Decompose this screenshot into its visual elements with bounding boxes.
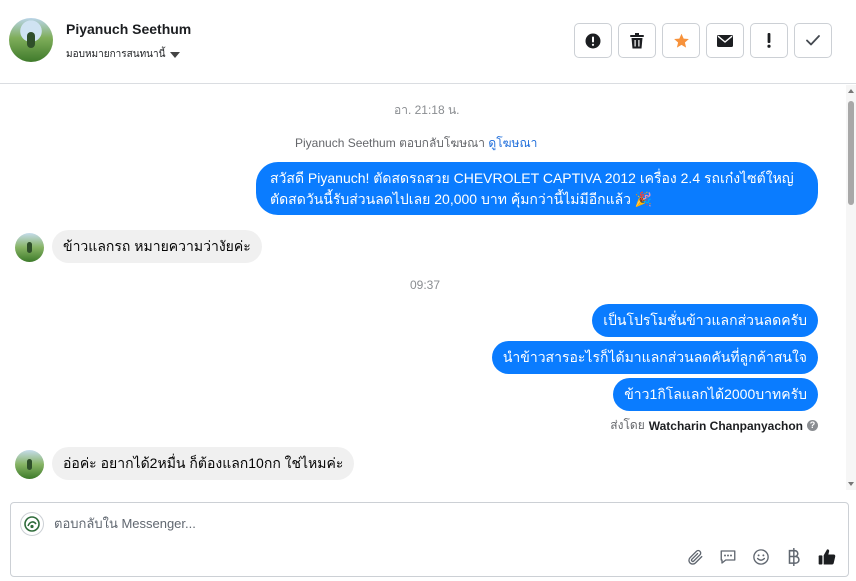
timestamp: อา. 21:18 น. (394, 103, 460, 117)
assign-label: มอบหมายการสนทนานี้ (66, 49, 166, 60)
scroll-down-arrow-icon[interactable] (848, 482, 854, 486)
incoming-message[interactable]: ข้าวแลกรถ หมายความว่างัยค่ะ (52, 230, 262, 263)
payment-button[interactable] (784, 547, 804, 567)
sent-by-label: ส่งโดย (610, 418, 645, 432)
message-thread[interactable]: อา. 21:18 น. Piyanuch Seethum ตอบกลับโฆษ… (0, 85, 846, 490)
mark-done-button[interactable] (794, 23, 832, 58)
composer-tools (685, 547, 837, 567)
ad-reply-note: Piyanuch Seethum ตอบกลับโฆษณา ดูโฆษณา (295, 134, 537, 153)
contact-avatar[interactable] (9, 18, 53, 62)
timestamp: 09:37 (410, 278, 441, 292)
mark-spam-button[interactable] (574, 23, 612, 58)
emoji-button[interactable] (751, 547, 771, 567)
saved-reply-icon (720, 550, 736, 564)
ad-reply-text: Piyanuch Seethum ตอบกลับโฆษณา (295, 136, 486, 150)
send-like-button[interactable] (817, 547, 837, 567)
attach-button[interactable] (685, 547, 705, 567)
outgoing-message[interactable]: ข้าว1กิโลแลกได้2000บาทครับ (613, 378, 818, 411)
star-button[interactable] (662, 23, 700, 58)
exclamation-icon (767, 33, 771, 48)
reply-input[interactable] (54, 516, 654, 531)
caret-down-icon (170, 51, 181, 58)
outgoing-message[interactable]: สวัสดี Piyanuch! ตัดสดรถสวย CHEVROLET CA… (256, 162, 818, 215)
sent-by-info: ส่งโดย Watcharin Chanpanyachon ? (610, 416, 818, 435)
contact-name[interactable]: Piyanuch Seethum (66, 21, 191, 37)
alert-circle-icon (585, 33, 601, 48)
outgoing-message[interactable]: เป็นโปรโมชั่นข้าวแลกส่วนลดครับ (592, 304, 818, 337)
envelope-icon (717, 34, 733, 47)
paperclip-icon (688, 549, 703, 565)
contact-avatar-small (15, 450, 44, 479)
thread-scrollbar[interactable] (846, 85, 856, 490)
header-actions (574, 23, 832, 58)
conversation-header: Piyanuch Seethum มอบหมายการสนทนานี้ (0, 0, 856, 84)
page-avatar (20, 512, 44, 536)
baht-icon (788, 548, 800, 566)
mark-unread-button[interactable] (706, 23, 744, 58)
emoji-icon (753, 549, 769, 565)
delete-button[interactable] (618, 23, 656, 58)
star-icon (673, 33, 689, 48)
sender-name: Watcharin Chanpanyachon (648, 418, 803, 433)
incoming-message[interactable]: อ่อค่ะ อยากได้2หมื่น ก็ต้องแลก10กก ใช่ไห… (52, 447, 355, 480)
message-composer (10, 502, 849, 577)
saved-replies-button[interactable] (718, 547, 738, 567)
trash-icon (630, 32, 644, 48)
like-icon (818, 549, 836, 565)
scroll-up-arrow-icon[interactable] (848, 89, 854, 93)
follow-up-button[interactable] (750, 23, 788, 58)
check-icon (806, 35, 820, 46)
outgoing-message[interactable]: นำข้าวสารอะไรก็ได้มาแลกส่วนลดคันที่ลูกค้… (491, 341, 818, 374)
view-ad-link[interactable]: ดูโฆษณา (488, 136, 537, 150)
contact-avatar-small (15, 233, 44, 262)
assign-conversation-dropdown[interactable]: มอบหมายการสนทนานี้ (66, 47, 181, 62)
help-icon[interactable]: ? (807, 420, 818, 431)
page-logo-icon (24, 516, 40, 532)
scrollbar-thumb[interactable] (848, 101, 854, 205)
